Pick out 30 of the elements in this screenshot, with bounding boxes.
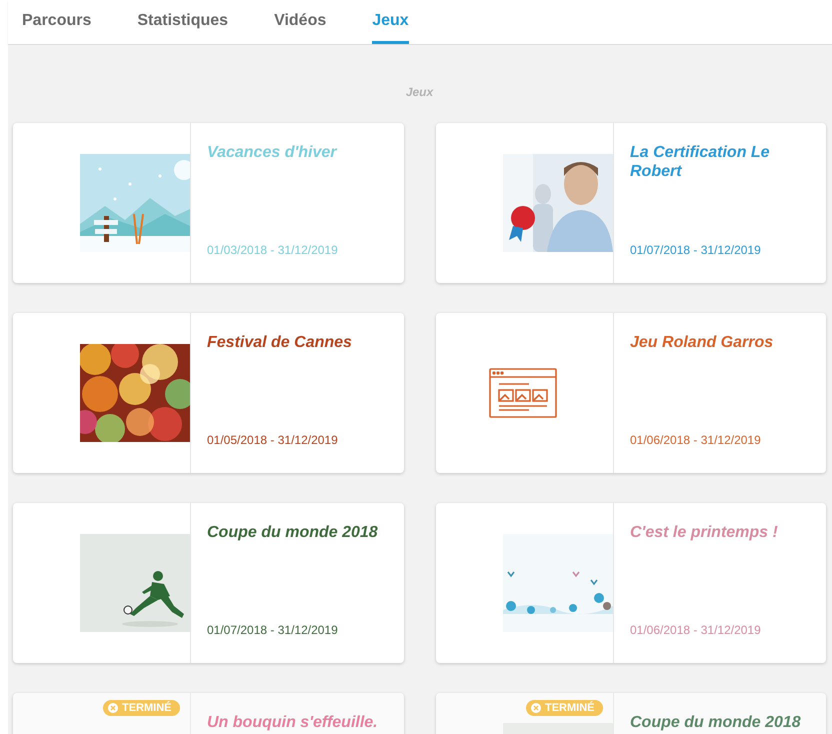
game-title: Un bouquin s'effeuille.	[207, 713, 379, 732]
game-title: La Certification Le Robert	[630, 143, 771, 181]
game-title: Coupe du monde 2018	[630, 713, 802, 732]
game-title: C'est le printemps !	[630, 523, 779, 542]
game-card[interactable]: Festival de Cannes 01/05/2018 - 31/12/2019	[13, 313, 404, 473]
game-card[interactable]: Coupe du monde 2018 01/07/2018 - 31/12/2019	[13, 503, 404, 663]
game-card[interactable]: Un bouquin s'effeuille. TERMINÉ	[13, 693, 404, 734]
game-title: Coupe du monde 2018	[207, 523, 379, 542]
status-badge: TERMINÉ	[526, 700, 602, 716]
status-badge: TERMINÉ	[103, 700, 180, 716]
tab[interactable]: Statistiques	[137, 0, 228, 44]
game-title: Vacances d'hiver	[207, 143, 338, 162]
tab[interactable]: Parcours	[22, 0, 92, 44]
game-card[interactable]: Coupe du monde 2018 TERMINÉ	[436, 693, 826, 734]
date-range: 01/06/2018 - 31/12/2019	[630, 623, 762, 637]
date-range: 01/07/2018 - 31/12/2019	[630, 243, 762, 257]
close-circle-icon	[108, 703, 118, 713]
date-range: 01/06/2018 - 31/12/2019	[630, 433, 762, 447]
game-card[interactable]: C'est le printemps ! 01/06/2018 - 31/12/2019	[436, 503, 826, 663]
close-circle-icon	[531, 703, 541, 713]
date-range: 01/03/2018 - 31/12/2019	[207, 243, 339, 257]
game-title: Festival de Cannes	[207, 333, 353, 352]
date-range: 01/07/2018 - 31/12/2019	[207, 623, 339, 637]
date-range: 01/05/2018 - 31/12/2019	[207, 433, 339, 447]
game-title: Jeu Roland Garros	[630, 333, 774, 352]
section-title: Jeux	[404, 85, 434, 99]
game-card[interactable]: La Certification Le Robert 01/07/2018 - 31/12/2019	[436, 123, 826, 283]
game-card[interactable]: Jeu Roland Garros 01/06/2018 - 31/12/2019	[436, 313, 826, 473]
tab[interactable]: Vidéos	[274, 0, 326, 44]
web-page-icon	[489, 368, 557, 418]
